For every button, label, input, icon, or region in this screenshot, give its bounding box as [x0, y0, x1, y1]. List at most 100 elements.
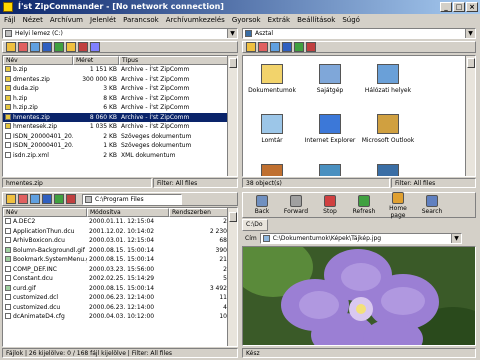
desktop-item-icon: [319, 64, 341, 84]
close-button[interactable]: ×: [466, 2, 478, 12]
chevron-down-icon[interactable]: ▼: [451, 234, 461, 243]
left-bottom-path[interactable]: C:\Program Files: [82, 193, 182, 205]
extract-icon[interactable]: [306, 42, 316, 52]
minimize-button[interactable]: _: [440, 2, 452, 12]
desktop-item[interactable]: Artiicons: [243, 162, 301, 176]
table-row[interactable]: h.zip 8 KB Archive - Í'st ZipComm: [3, 94, 237, 104]
table-row[interactable]: ApplicationThun.dcu 2001.12.02. 10:14:02 2…: [3, 227, 237, 237]
column-header[interactable]: Módosítva: [87, 208, 169, 217]
extract-icon[interactable]: [66, 194, 76, 204]
table-row[interactable]: customized.dcu 2000.06.23. 12:14:00 4: [3, 303, 237, 313]
file-date: 2000.08.15. 15:00:14: [89, 284, 155, 292]
table-row[interactable]: curd.gif 2000.08.15. 15:00:14 3 492: [3, 284, 237, 294]
forward-button[interactable]: Forward: [281, 195, 311, 215]
view-icon[interactable]: [42, 42, 52, 52]
table-row[interactable]: customized.dcl 2000.06.23. 12:14:00 11: [3, 293, 237, 303]
desktop-item[interactable]: Csatlakozás az Internethez: [301, 162, 359, 176]
delete-icon[interactable]: [258, 42, 268, 52]
address-input[interactable]: C:\Dokumentumok\Képek\Tájkép.jpg ▼: [259, 233, 462, 244]
properties-icon[interactable]: [90, 42, 100, 52]
delete-icon[interactable]: [18, 42, 28, 52]
home-button[interactable]: Home page: [383, 191, 413, 219]
filter-icon[interactable]: [54, 42, 64, 52]
new-folder-icon[interactable]: [66, 42, 76, 52]
table-row[interactable]: dmentes.zip 300 000 KB Archive - Í'st ZipC…: [3, 75, 237, 85]
table-row[interactable]: duda.zip 3 KB Archive - Í'st ZipComm: [3, 84, 237, 94]
table-row[interactable]: h.zip.zip 6 KB Archive - Í'st ZipComm: [3, 103, 237, 113]
left-bottom-scrollbar[interactable]: [227, 208, 237, 346]
scroll-thumb[interactable]: [467, 58, 475, 68]
column-header[interactable]: Típus: [119, 56, 229, 65]
menu-item[interactable]: Beállítások: [297, 16, 335, 24]
file-name: dmentes.zip: [13, 75, 50, 83]
menu-item[interactable]: Parancsok: [123, 16, 159, 24]
desktop-item[interactable]: Hálózati helyek: [359, 62, 417, 112]
file-date: 2001.12.02. 10:14:02: [89, 227, 155, 235]
desktop-item[interactable]: Lomtár: [243, 112, 301, 162]
browser-tab[interactable]: C:\Do: [242, 219, 268, 231]
copy-icon[interactable]: [30, 194, 40, 204]
table-row[interactable]: b.zip 1 151 KB Archive - Í'st ZipComm: [3, 65, 237, 75]
extract-icon[interactable]: [78, 42, 88, 52]
filter-icon[interactable]: [54, 194, 64, 204]
table-row[interactable]: COMP_DEF.INC 2000.03.23. 15:56:00 2: [3, 265, 237, 275]
desktop-item[interactable]: Internet Explorer: [301, 112, 359, 162]
copy-icon[interactable]: [30, 42, 40, 52]
column-header[interactable]: Név: [3, 208, 87, 217]
left-bottom-toolbar: C:\Program Files: [2, 192, 238, 206]
menu-item[interactable]: Nézet: [23, 16, 43, 24]
table-row[interactable]: dcAnimateD4.cfg 2000.04.03. 10:12:00 10: [3, 312, 237, 322]
column-header[interactable]: Rendszerben: [169, 208, 229, 217]
chevron-down-icon[interactable]: ▼: [465, 29, 475, 38]
menu-item[interactable]: Súgó: [342, 16, 360, 24]
menu-item[interactable]: Jelenlét: [90, 16, 116, 24]
search-button[interactable]: Search: [417, 195, 447, 215]
table-row[interactable]: Bolumn-Backgroundl.gif 2000.08.15. 15:00:…: [3, 246, 237, 256]
drive-combo[interactable]: Helyi lemez (C:) ▼: [2, 28, 238, 39]
desktop-combo[interactable]: Asztal ▼: [242, 28, 476, 39]
maximize-button[interactable]: □: [453, 2, 465, 12]
menu-item[interactable]: Extrák: [268, 16, 291, 24]
table-row[interactable]: hmentesek.zip 1 035 KB Archive - Í'st ZipC…: [3, 122, 237, 132]
menu-item[interactable]: Archívum: [50, 16, 83, 24]
table-row[interactable]: Constant.dcu 2002.02.25. 15:14:29 5: [3, 274, 237, 284]
folder-up-icon[interactable]: [246, 42, 256, 52]
column-header[interactable]: Méret: [73, 56, 119, 65]
delete-icon[interactable]: [18, 194, 28, 204]
desktop-item[interactable]: Info: [359, 162, 417, 176]
scroll-thumb[interactable]: [229, 212, 237, 222]
file-name: isdn.zip.xml: [13, 151, 49, 159]
stop-button[interactable]: Stop: [315, 195, 345, 215]
back-button[interactable]: Back: [247, 195, 277, 215]
file-icon: [5, 85, 11, 91]
table-row[interactable]: A.DEC2 2000.01.11. 12:15:04 2: [3, 217, 237, 227]
chevron-down-icon[interactable]: ▼: [227, 29, 237, 38]
file-size: 6 KB: [103, 104, 117, 111]
table-row[interactable]: ArhivBoxicon.dcu 2000.03.01. 12:15:04 68: [3, 236, 237, 246]
table-row[interactable]: isdn.zip.xml 2 KB XML dokumentum: [3, 151, 237, 161]
desktop-item[interactable]: Microsoft Outlook: [359, 112, 417, 162]
menu-item[interactable]: Archívumkezelés: [166, 16, 225, 24]
scroll-thumb[interactable]: [229, 58, 237, 68]
copy-icon[interactable]: [270, 42, 280, 52]
folder-up-icon[interactable]: [6, 194, 16, 204]
filter-icon[interactable]: [294, 42, 304, 52]
menu-item[interactable]: Fájl: [4, 16, 16, 24]
view-icon[interactable]: [42, 194, 52, 204]
folder-up-icon[interactable]: [6, 42, 16, 52]
left-top-scrollbar[interactable]: [227, 56, 237, 176]
search-icon: [426, 195, 438, 207]
refresh-button[interactable]: Refresh: [349, 195, 379, 215]
desktop-item[interactable]: Sajátgép: [301, 62, 359, 112]
table-row[interactable]: Bookmark.SystemMenu.gif 2000.08.15. 15:00…: [3, 255, 237, 265]
file-name: hmentes.zip: [13, 113, 50, 121]
table-row[interactable]: ISDN_20000401_20... 1 KB Szöveges dokument…: [3, 141, 237, 151]
table-row[interactable]: ISDN_20000401_20... 2 KB Szöveges dokument…: [3, 132, 237, 142]
column-header[interactable]: Név: [3, 56, 73, 65]
right-top-scrollbar[interactable]: [465, 56, 475, 176]
desktop-item[interactable]: Dokumentumok: [243, 62, 301, 112]
search-label: Search: [421, 208, 443, 215]
view-icon[interactable]: [282, 42, 292, 52]
table-row[interactable]: hmentes.zip 8 060 KB Archive - Í'st ZipCom…: [3, 112, 237, 122]
menu-item[interactable]: Gyorsok: [232, 16, 261, 24]
